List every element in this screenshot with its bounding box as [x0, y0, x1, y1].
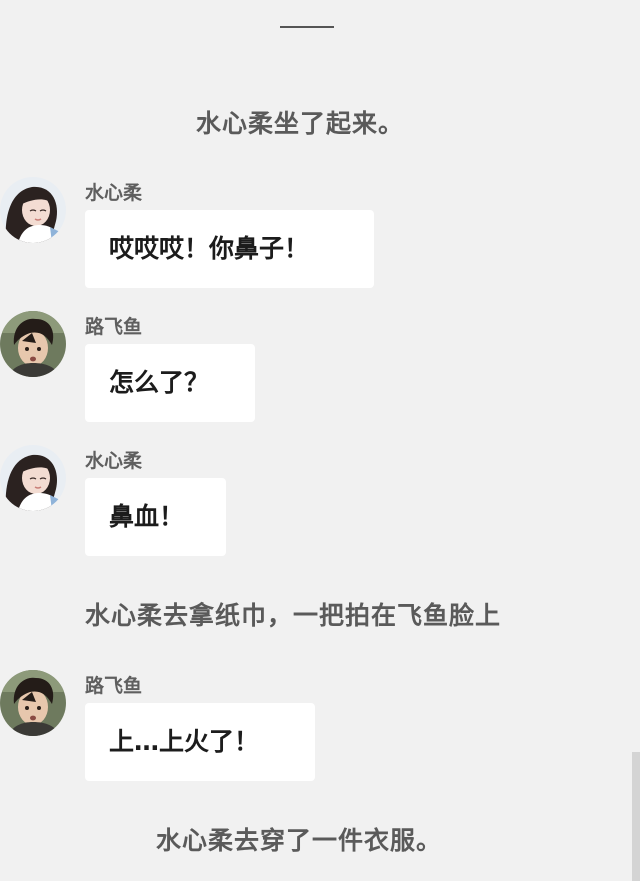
- male-avatar-icon[interactable]: [0, 670, 66, 736]
- sender-name: 水心柔: [85, 182, 143, 204]
- female-avatar-icon[interactable]: [0, 177, 66, 243]
- scrollbar[interactable]: [632, 752, 640, 881]
- message-bubble[interactable]: 哎哎哎！你鼻子！: [85, 210, 374, 288]
- sender-name: 水心柔: [85, 450, 143, 472]
- narration-line: 水心柔去穿了一件衣服。: [156, 826, 443, 855]
- top-divider: [280, 26, 334, 28]
- narration-line: 水心柔坐了起来。: [196, 109, 405, 138]
- female-avatar-icon[interactable]: [0, 445, 66, 511]
- male-avatar-icon[interactable]: [0, 311, 66, 377]
- narration-line: 水心柔去拿纸巾，一把拍在飞鱼脸上: [85, 601, 502, 630]
- message-bubble[interactable]: 怎么了？: [85, 344, 255, 422]
- message-bubble[interactable]: 鼻血！: [85, 478, 226, 556]
- sender-name: 路飞鱼: [85, 675, 143, 697]
- message-bubble[interactable]: 上…上火了！: [85, 703, 315, 781]
- sender-name: 路飞鱼: [85, 316, 143, 338]
